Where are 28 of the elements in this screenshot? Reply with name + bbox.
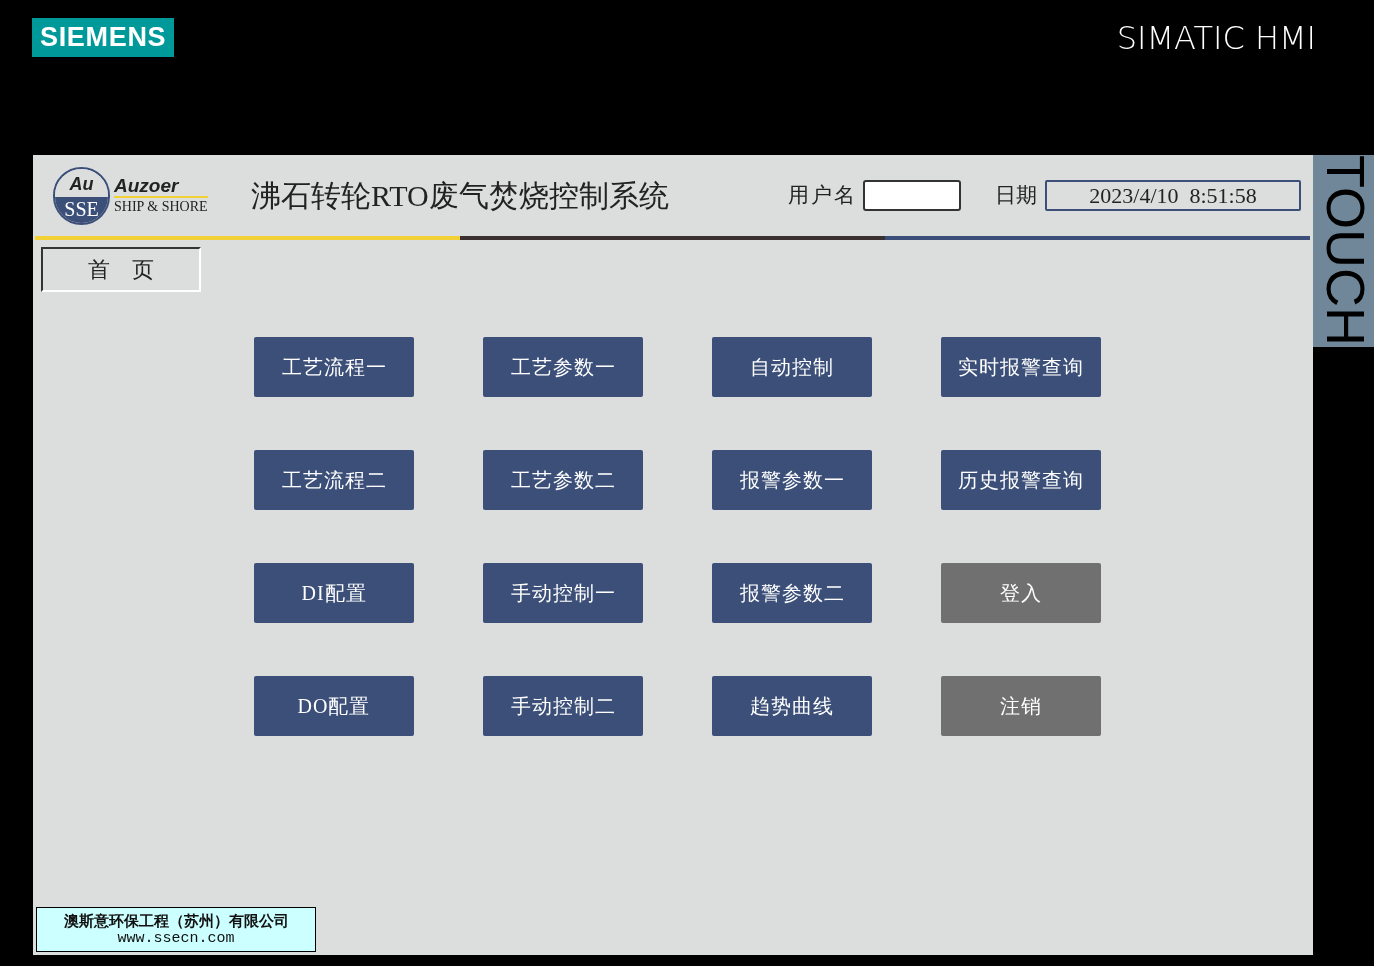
company-name: 澳斯意环保工程（苏州）有限公司 bbox=[63, 911, 289, 930]
nav-button[interactable]: 历史报警查询 bbox=[941, 450, 1101, 510]
nav-button[interactable]: DI配置 bbox=[254, 563, 414, 623]
username-field[interactable] bbox=[863, 180, 961, 211]
nav-button[interactable]: DO配置 bbox=[254, 676, 414, 736]
nav-button[interactable]: 手动控制二 bbox=[483, 676, 643, 736]
company-logo: Au SSE Auzoer SHIP & SHORE bbox=[53, 166, 221, 225]
siemens-logo: SIEMENS bbox=[32, 18, 175, 57]
username-label: 用户名 bbox=[788, 181, 857, 209]
nav-button[interactable]: 工艺流程一 bbox=[254, 337, 414, 397]
home-tab[interactable]: 首 页 bbox=[41, 247, 201, 292]
nav-button[interactable]: 报警参数一 bbox=[712, 450, 872, 510]
date-label: 日期 bbox=[995, 181, 1037, 209]
nav-button[interactable]: 登入 bbox=[941, 563, 1101, 623]
nav-button[interactable]: 趋势曲线 bbox=[712, 676, 872, 736]
nav-button[interactable]: 工艺参数一 bbox=[483, 337, 643, 397]
date-display: 2023/4/10 8:51:58 bbox=[1045, 180, 1301, 211]
system-title: 沸石转轮RTO废气焚烧控制系统 bbox=[251, 178, 669, 214]
touch-label: TOUCH bbox=[1313, 155, 1374, 347]
nav-button[interactable]: 工艺参数二 bbox=[483, 450, 643, 510]
nav-button[interactable]: 报警参数二 bbox=[712, 563, 872, 623]
nav-button[interactable]: 手动控制一 bbox=[483, 563, 643, 623]
company-website: www.ssecn.com bbox=[117, 929, 235, 948]
nav-button[interactable]: 工艺流程二 bbox=[254, 450, 414, 510]
nav-button[interactable]: 注销 bbox=[941, 676, 1101, 736]
nav-button[interactable]: 自动控制 bbox=[712, 337, 872, 397]
product-name: SIMATIC HMI bbox=[1116, 18, 1316, 58]
nav-button[interactable]: 实时报警查询 bbox=[941, 337, 1101, 397]
